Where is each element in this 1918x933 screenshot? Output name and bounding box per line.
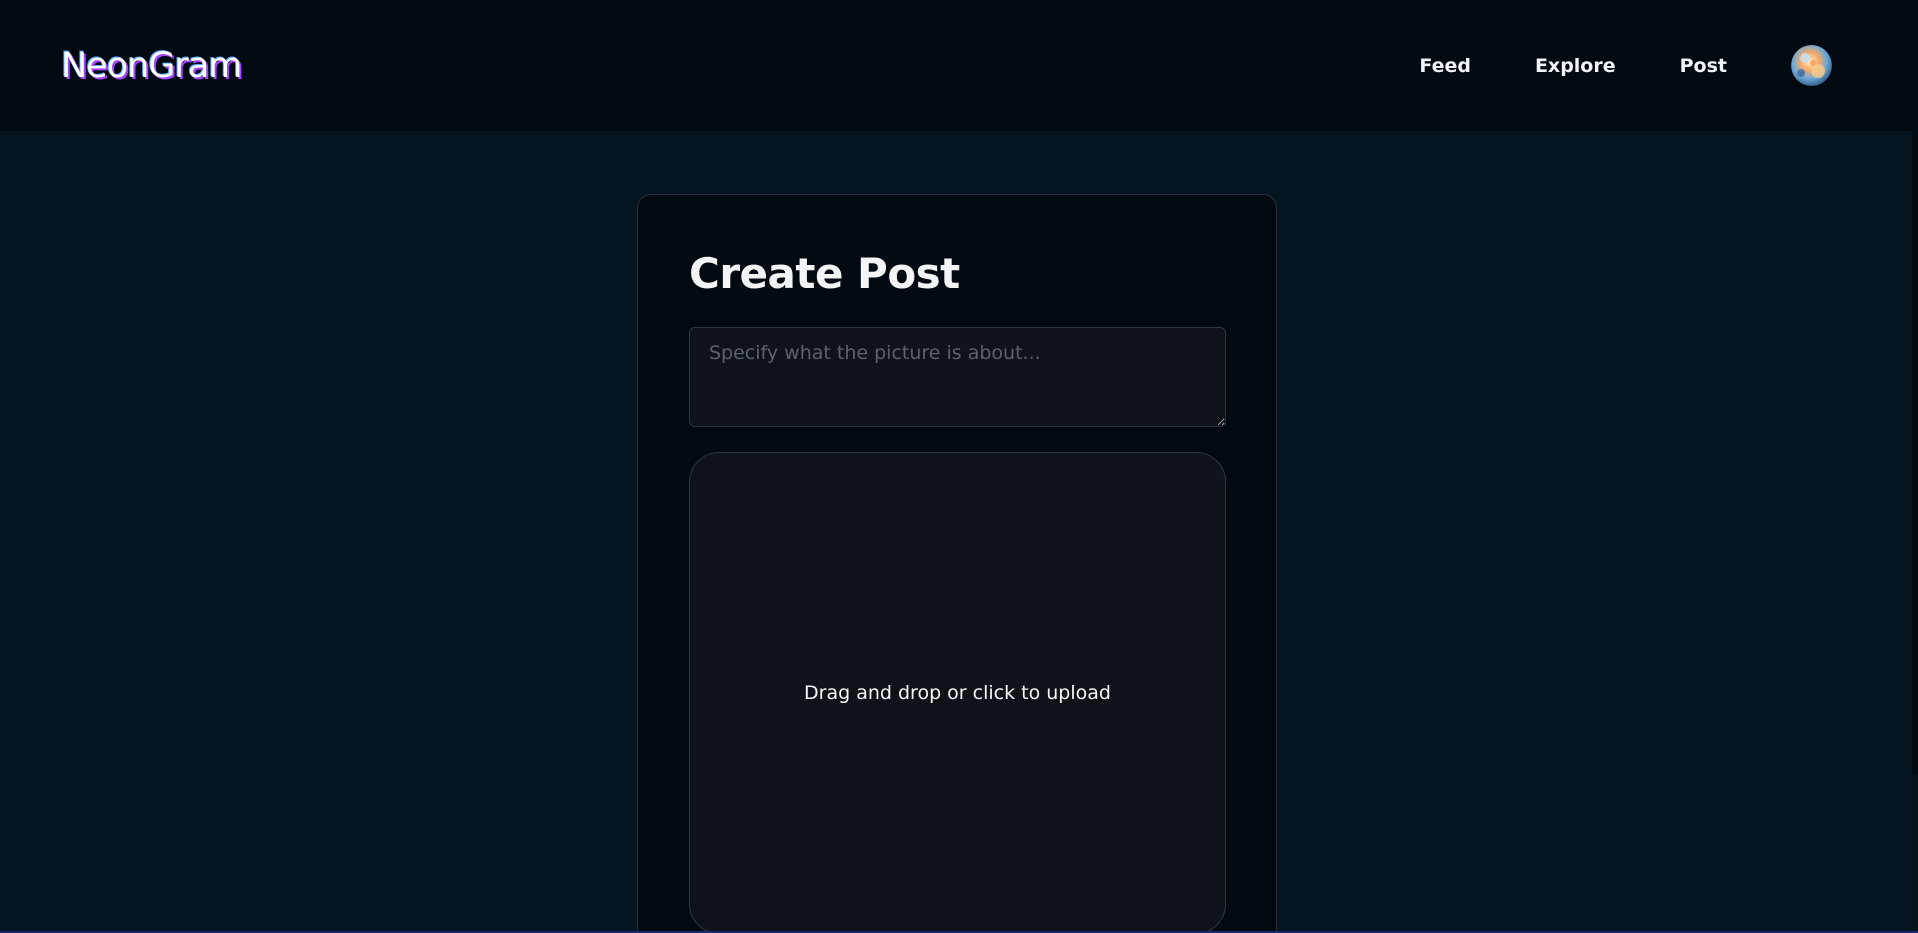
main-nav: Feed Explore Post bbox=[1419, 45, 1832, 86]
upload-label: Drag and drop or click to upload bbox=[804, 682, 1111, 704]
user-avatar-icon[interactable] bbox=[1791, 45, 1832, 86]
avatar-image bbox=[1791, 45, 1832, 86]
create-post-card: Create Post Drag and drop or click to up… bbox=[637, 194, 1277, 933]
scrollbar-thumb[interactable] bbox=[1912, 0, 1918, 775]
scrollbar-track[interactable] bbox=[1912, 0, 1918, 933]
nav-link-post[interactable]: Post bbox=[1680, 55, 1727, 77]
page: NeonGram Feed Explore Post Create Post S… bbox=[0, 0, 1918, 933]
caption-input[interactable] bbox=[689, 327, 1226, 427]
brand-logo[interactable]: NeonGram bbox=[61, 46, 242, 86]
nav-link-feed[interactable]: Feed bbox=[1419, 55, 1471, 77]
nav-link-explore[interactable]: Explore bbox=[1535, 55, 1616, 77]
page-title: Create Post bbox=[689, 249, 960, 298]
top-navbar: NeonGram Feed Explore Post bbox=[0, 0, 1912, 131]
image-upload-dropzone[interactable]: Drag and drop or click to upload bbox=[689, 452, 1226, 933]
